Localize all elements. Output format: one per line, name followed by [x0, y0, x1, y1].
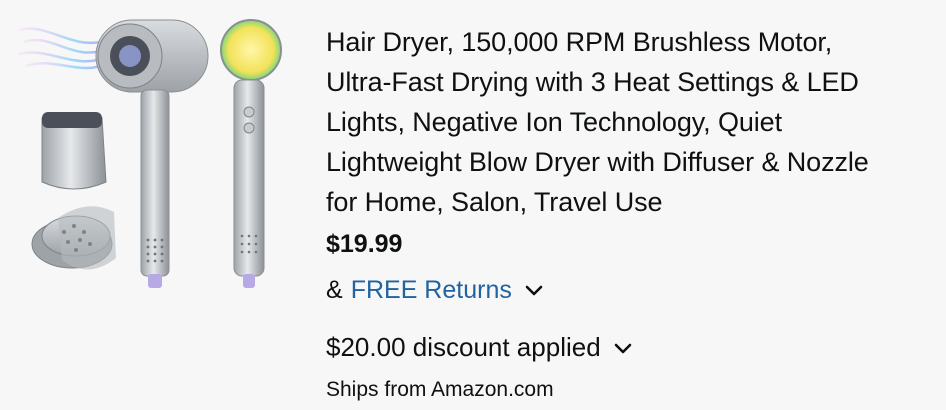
- chevron-down-icon[interactable]: [613, 330, 633, 364]
- product-price: $19.99: [326, 230, 403, 258]
- title-line: Hair Dryer, 150,000 RPM Brushless Motor,: [326, 27, 833, 57]
- dryer-side: [220, 19, 282, 288]
- returns-prefix: &: [326, 276, 343, 304]
- product-info: Hair Dryer, 150,000 RPM Brushless Motor,…: [326, 22, 936, 404]
- chevron-down-icon[interactable]: [524, 274, 544, 306]
- product-title[interactable]: Hair Dryer, 150,000 RPM Brushless Motor,…: [326, 22, 936, 222]
- product-card: Hair Dryer, 150,000 RPM Brushless Motor,…: [0, 0, 946, 410]
- returns-row: & FREE Returns: [326, 274, 936, 306]
- title-line: Lights, Negative Ion Technology, Quiet: [326, 107, 782, 137]
- free-returns-link[interactable]: FREE Returns: [351, 274, 512, 306]
- discount-label: $20.00 discount applied: [326, 332, 601, 362]
- product-image[interactable]: [17, 12, 308, 294]
- title-line: Lightweight Blow Dryer with Diffuser & N…: [326, 147, 869, 177]
- shipping-info: Ships from Amazon.com: [326, 378, 554, 401]
- title-line: for Home, Salon, Travel Use: [326, 187, 663, 217]
- nozzle-attachment: [41, 112, 107, 190]
- discount-row[interactable]: $20.00 discount applied: [326, 330, 936, 364]
- diffuser-attachment: [31, 206, 116, 270]
- title-line: Ultra-Fast Drying with 3 Heat Settings &…: [326, 67, 859, 97]
- hair-dryer-illustration: [17, 19, 282, 288]
